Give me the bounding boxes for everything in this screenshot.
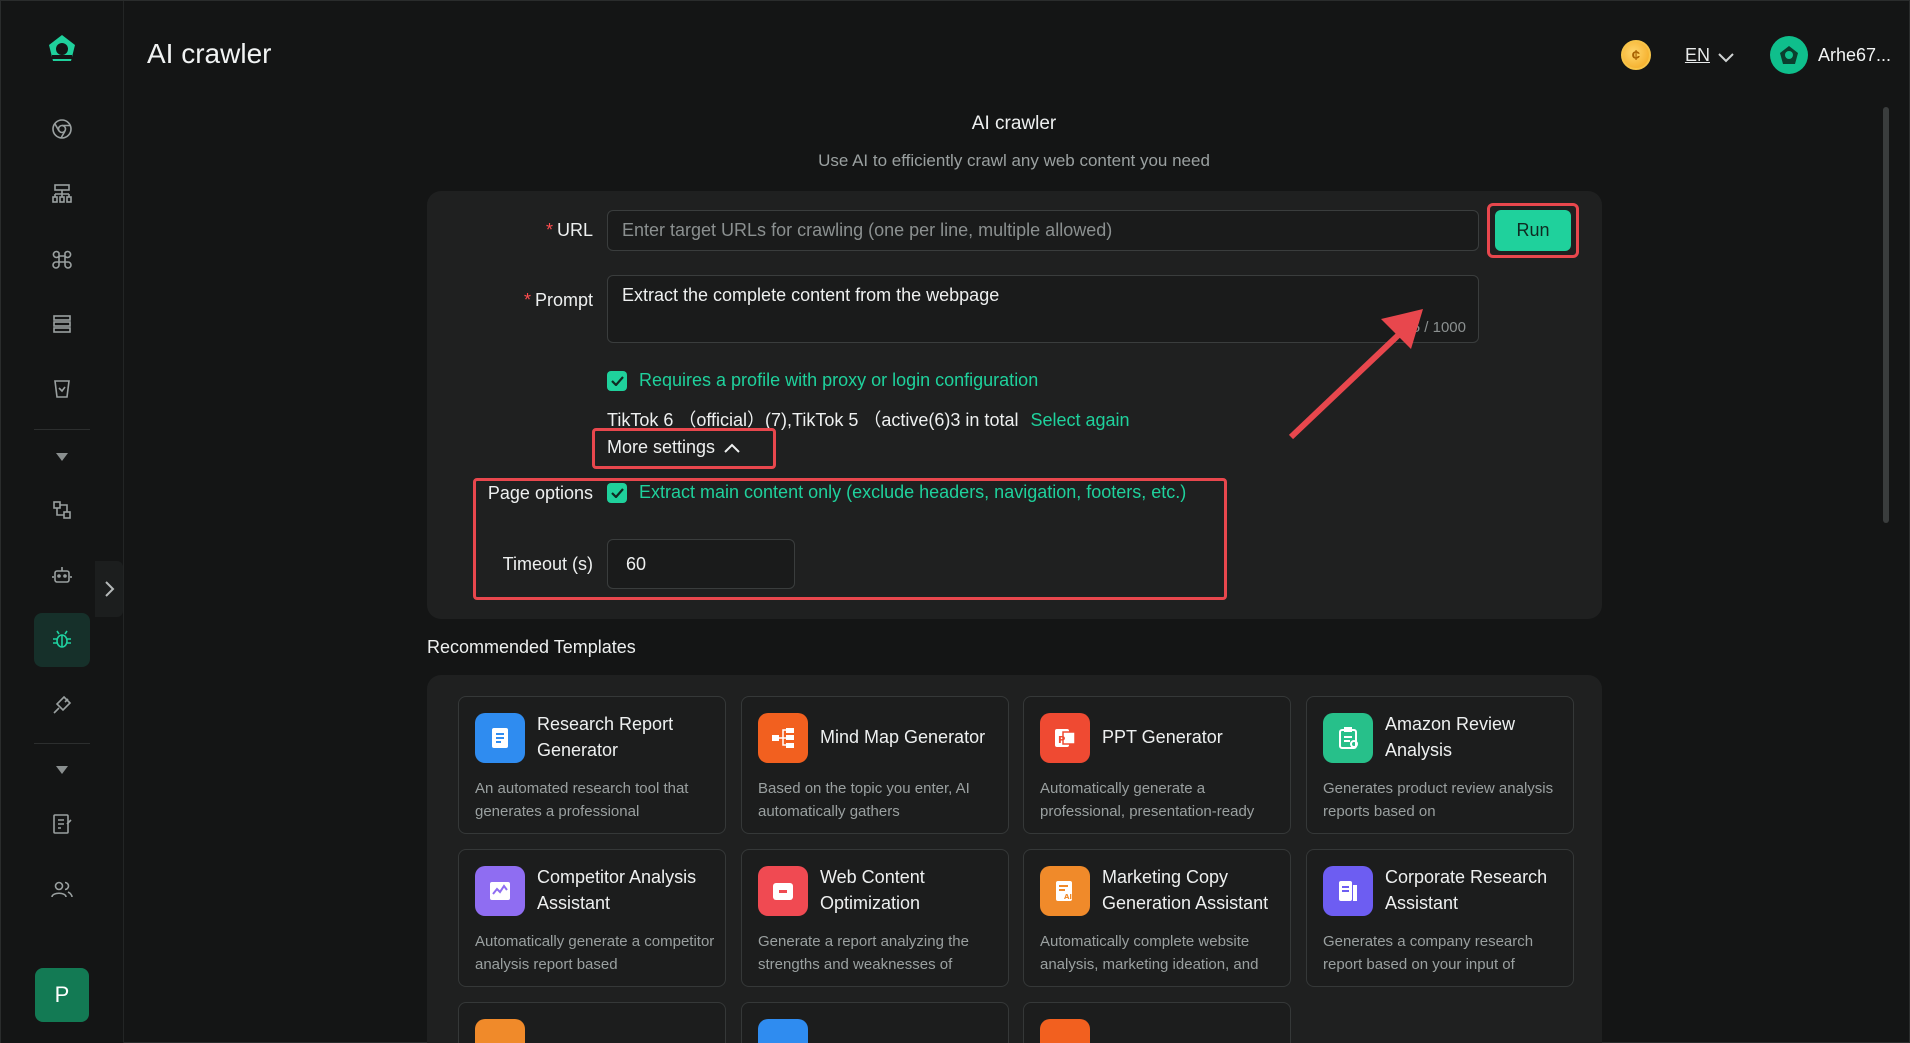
highlight-box <box>473 478 1227 600</box>
section-subtitle: Use AI to efficiently crawl any web cont… <box>818 151 1210 170</box>
template-card[interactable]: Competitor Analysis Assistant Automatical… <box>458 849 726 987</box>
profile-summary: TikTok 6 （official）(7),TikTok 5 （active(… <box>607 410 1019 430</box>
document-icon <box>475 713 525 763</box>
template-description: Automatically complete website analysis,… <box>1040 933 1259 973</box>
nav-flow-icon[interactable] <box>34 483 90 537</box>
template-card[interactable]: AI Marketing Copy Generation Assistant Aut… <box>1023 849 1291 987</box>
template-description: An automated research tool that generate… <box>475 780 689 820</box>
svg-text:AI: AI <box>1064 893 1072 901</box>
chevron-right-icon <box>105 581 115 597</box>
template-name: Web Content Optimization <box>820 867 925 913</box>
template-card[interactable]: Amazon Review Analysis Generates product … <box>1306 696 1574 834</box>
user-avatar[interactable] <box>1769 36 1808 74</box>
mindmap-icon <box>758 713 808 763</box>
report-icon <box>1323 866 1373 916</box>
template-card[interactable] <box>1023 1002 1291 1043</box>
select-again-link[interactable]: Select again <box>1030 410 1129 430</box>
template-name: PPT Generator <box>1102 727 1223 747</box>
nav-section-caret-icon[interactable] <box>55 763 69 777</box>
header-actions: ¢ EN Arhe67... <box>1620 35 1891 75</box>
prompt-label: * Prompt <box>523 290 593 310</box>
user-workspace-avatar[interactable]: P <box>35 968 89 1022</box>
nav-plugin-icon[interactable] <box>34 678 90 732</box>
nav-divider <box>34 743 90 744</box>
template-icon <box>475 1019 525 1043</box>
nav-divider <box>34 429 90 430</box>
template-card[interactable]: Web Content Optimization Generate a repor… <box>741 849 1009 987</box>
nav-command-icon[interactable] <box>34 232 90 286</box>
ai-doc-icon: AI <box>1040 866 1090 916</box>
template-icon <box>1040 1019 1090 1043</box>
profile-checkbox-row[interactable]: Requires a profile with proxy or login c… <box>607 370 1038 391</box>
app-logo-icon[interactable] <box>45 33 79 67</box>
nav-list-icon[interactable] <box>34 297 90 351</box>
browser-icon <box>758 866 808 916</box>
template-name: Research Report Generator <box>537 714 674 760</box>
language-selector[interactable]: EN <box>1685 45 1710 66</box>
template-name: Corporate Research Assistant <box>1385 867 1548 913</box>
template-description: Generates a company research report base… <box>1323 933 1534 973</box>
template-card[interactable]: P PPT Generator Automatically generate a p… <box>1023 696 1291 834</box>
nav-team-icon[interactable] <box>34 862 90 916</box>
nav-robot-icon[interactable] <box>34 548 90 602</box>
app-window: P AI crawler ¢ EN Arhe67... AI crawler U… <box>0 0 1910 1043</box>
clipboard-icon <box>1323 713 1373 763</box>
profile-checkbox-label: Requires a profile with proxy or login c… <box>639 370 1039 390</box>
templates-panel: Research Report Generator An automated re… <box>427 675 1602 1043</box>
chevron-down-icon[interactable] <box>1718 50 1734 63</box>
template-card[interactable]: Research Report Generator An automated re… <box>458 696 726 834</box>
sidebar-expand-button[interactable] <box>95 561 123 617</box>
nav-section-caret-icon[interactable] <box>55 450 69 464</box>
coin-icon[interactable]: ¢ <box>1620 40 1651 70</box>
templates-title: Recommended Templates <box>427 637 636 657</box>
nav-hierarchy-icon[interactable] <box>34 167 90 221</box>
template-card[interactable] <box>458 1002 726 1043</box>
template-description: Generate a report analyzing the strength… <box>758 933 969 973</box>
svg-text:P: P <box>1058 735 1065 746</box>
template-icon <box>758 1019 808 1043</box>
chart-icon <box>475 866 525 916</box>
highlight-box <box>592 428 776 469</box>
template-name: Competitor Analysis Assistant <box>537 867 697 913</box>
nav-notes-icon[interactable] <box>34 797 90 851</box>
template-description: Based on the topic you enter, AI automat… <box>758 780 970 820</box>
url-input[interactable]: Enter target URLs for crawling (one per … <box>607 210 1479 251</box>
template-card[interactable] <box>741 1002 1009 1043</box>
checkbox-checked-icon[interactable] <box>607 370 627 391</box>
template-description: Generates product review analysis report… <box>1323 780 1554 820</box>
ppt-icon: P <box>1040 713 1090 763</box>
username[interactable]: Arhe67... <box>1818 45 1891 66</box>
section-title: AI crawler <box>971 113 1057 134</box>
template-card[interactable]: Mind Map Generator Based on the topic you… <box>741 696 1009 834</box>
template-name: Marketing Copy Generation Assistant <box>1102 867 1269 913</box>
page-title: AI crawler <box>147 38 272 69</box>
template-name: Mind Map Generator <box>820 727 986 747</box>
annotation-arrow-icon <box>1288 309 1423 440</box>
url-label: * URL <box>545 220 593 240</box>
template-name: Amazon Review Analysis <box>1385 714 1516 760</box>
scrollbar[interactable] <box>1883 107 1889 523</box>
template-description: Automatically generate a professional, p… <box>1040 780 1255 820</box>
template-card[interactable]: Corporate Research Assistant Generates a … <box>1306 849 1574 987</box>
nav-bucket-icon[interactable] <box>34 362 90 416</box>
prompt-value: Extract the complete content from the we… <box>622 285 1000 305</box>
nav-crawler-bug-icon[interactable] <box>34 613 90 667</box>
template-description: Automatically generate a competitor anal… <box>475 933 715 973</box>
highlight-box <box>1487 203 1579 258</box>
